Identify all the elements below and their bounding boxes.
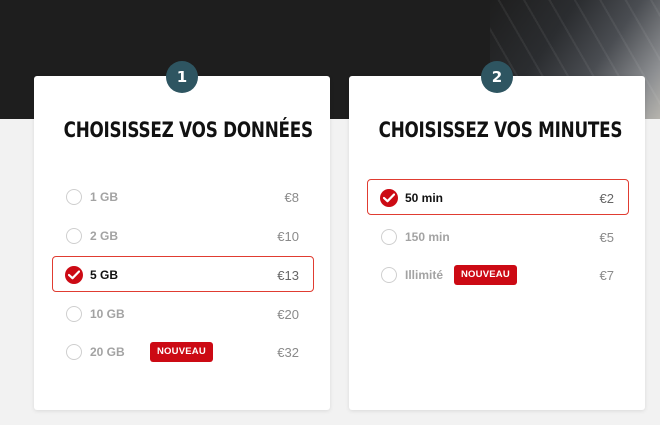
option-price: €7 [599,268,614,283]
option-price: €10 [277,229,299,244]
option-label: 1 GB [90,190,119,204]
data-option-10gb[interactable]: 10 GB €20 [52,295,314,331]
radio-unchecked-icon[interactable] [381,229,397,245]
data-option-1gb[interactable]: 1 GB €8 [52,178,314,214]
radio-unchecked-icon[interactable] [66,306,82,322]
option-price: €2 [599,191,614,206]
option-price: €32 [277,345,299,360]
radio-unchecked-icon[interactable] [66,344,82,360]
data-plan-card: 1 CHOISISSEZ VOS DONNÉES 1 GB €8 2 GB €1… [34,61,330,410]
radio-checked-icon[interactable] [65,266,83,284]
radio-checked-icon[interactable] [380,189,398,207]
option-price: €5 [599,230,614,245]
step-number-badge: 1 [166,61,198,93]
option-price: €8 [284,190,299,205]
step-number-badge: 2 [481,61,513,93]
option-label: 50 min [405,191,444,205]
option-price: €13 [277,268,299,283]
data-option-5gb[interactable]: 5 GB €13 [52,256,314,292]
new-badge: NOUVEAU [150,342,213,362]
data-option-2gb[interactable]: 2 GB €10 [52,217,314,253]
option-label: 10 GB [90,307,125,321]
minutes-plan-card: 2 CHOISISSEZ VOS MINUTES 50 min €2 150 m… [349,61,645,410]
option-label: 2 GB [90,229,119,243]
option-label: Illimité [405,268,444,282]
minutes-option-50min[interactable]: 50 min €2 [367,179,629,215]
radio-unchecked-icon[interactable] [381,267,397,283]
option-label: 5 GB [90,268,119,282]
new-badge: NOUVEAU [454,265,517,285]
card-title: CHOISISSEZ VOS DONNÉES [63,118,314,142]
option-label: 20 GB [90,345,125,359]
option-price: €20 [277,307,299,322]
option-label: 150 min [405,230,450,244]
radio-unchecked-icon[interactable] [66,189,82,205]
minutes-option-150min[interactable]: 150 min €5 [367,218,629,254]
card-title: CHOISISSEZ VOS MINUTES [378,118,623,142]
minutes-option-illimite[interactable]: Illimité NOUVEAU €7 [367,256,629,292]
data-option-20gb[interactable]: 20 GB NOUVEAU €32 [52,333,314,369]
radio-unchecked-icon[interactable] [66,228,82,244]
